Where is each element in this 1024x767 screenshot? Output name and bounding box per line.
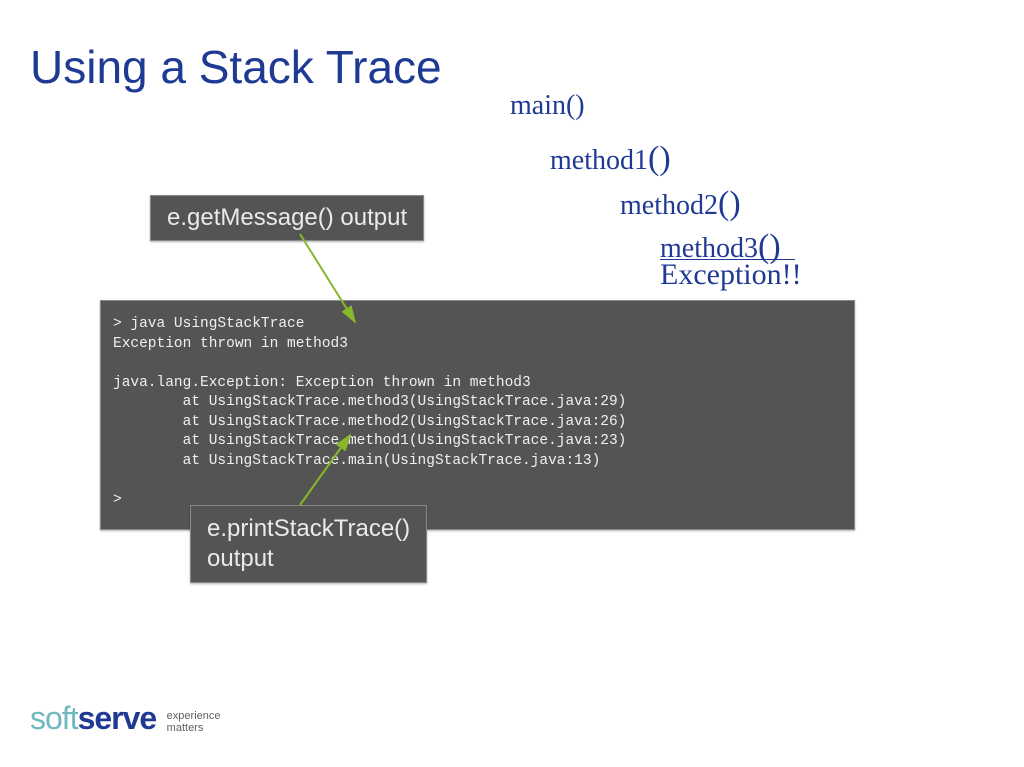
logo-part1: soft [30,700,78,736]
callstack-method1: method1() [550,140,671,178]
callstack-method2: method2() [620,185,741,223]
slide-title: Using a Stack Trace [30,40,442,94]
logo-part2: serve [78,700,157,736]
method2-name: method2 [620,190,718,221]
logo-tagline1: experience [167,710,221,722]
getmessage-label-box: e.getMessage() output [150,195,424,241]
logo-tagline: experience matters [167,710,221,735]
callstack-main: main() [510,90,585,122]
method1-parens: () [648,140,671,177]
printstacktrace-label-box: e.printStackTrace() output [190,505,427,583]
method2-parens: () [718,185,741,222]
terminal-output: > java UsingStackTrace Exception thrown … [100,300,855,530]
softserve-logo: softserve experience matters [30,700,221,737]
method1-name: method1 [550,145,648,176]
callstack-exception-label: Exception!! [660,258,802,292]
logo-tagline2: matters [167,722,204,734]
